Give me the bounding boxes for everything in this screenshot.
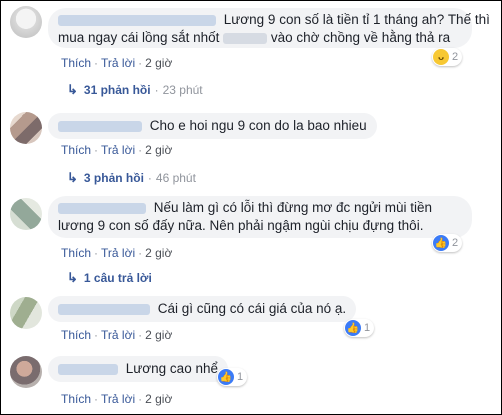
avatar[interactable] xyxy=(10,297,42,329)
like-link[interactable]: Thích xyxy=(61,328,91,342)
reply-link[interactable]: Trả lời xyxy=(101,246,135,260)
timestamp: 2 giờ xyxy=(145,56,173,70)
blurred-name xyxy=(58,303,150,315)
comment-text: Lương 9 con số là tiền tỉ 1 tháng ah? Th… xyxy=(223,12,490,27)
comment-bubble: Lương cao nhể xyxy=(48,356,228,382)
reaction-count[interactable]: 👍 1 xyxy=(344,319,375,337)
blurred-name xyxy=(58,363,118,375)
reaction-count[interactable]: 👍 2 xyxy=(432,234,463,252)
comment-bubble: Lương 9 con số là tiền tỉ 1 tháng ah? Th… xyxy=(48,8,490,48)
timestamp: 2 giờ xyxy=(145,143,173,157)
like-icon: 👍 xyxy=(218,369,234,385)
comment-actions: Thích · Trả lời · 2 giờ xyxy=(61,143,173,157)
avatar[interactable] xyxy=(10,112,42,144)
reply-link[interactable]: Trả lời xyxy=(101,143,135,157)
blurred-name xyxy=(58,14,216,26)
view-replies[interactable]: ↳ 3 phản hồi · 46 phút xyxy=(67,170,196,186)
comment-bubble: Cho e hoi ngu 9 con do la bao nhieu xyxy=(48,113,377,139)
comment-bubble: Nếu làm gì có lỗi thì đừng mơ đc ngửi mù… xyxy=(48,196,472,238)
view-replies[interactable]: ↳ 1 câu trả lời xyxy=(67,270,152,286)
like-link[interactable]: Thích xyxy=(61,56,91,70)
haha-icon: ᴗ xyxy=(433,49,449,65)
like-link[interactable]: Thích xyxy=(61,246,91,260)
reply-link[interactable]: Trả lời xyxy=(101,392,135,406)
reply-arrow-icon: ↳ xyxy=(67,270,78,285)
comment-text: Lương cao nhể xyxy=(125,361,218,376)
reply-arrow-icon: ↳ xyxy=(67,82,78,97)
comment-actions: Thích · Trả lời · 2 giờ xyxy=(61,246,173,260)
blurred-name xyxy=(58,202,146,214)
like-icon: 👍 xyxy=(433,235,449,251)
comment-text: mua ngay cái lồng sắt nhốt xyxy=(58,30,220,45)
timestamp: 2 giờ xyxy=(145,246,173,260)
blurred-name xyxy=(58,120,142,132)
comment-text: Nếu làm gì có lỗi thì đừng mơ đc ngửi mù… xyxy=(153,200,433,215)
avatar[interactable] xyxy=(10,356,42,388)
like-icon: 👍 xyxy=(345,320,361,336)
blurred-name xyxy=(223,32,268,44)
view-replies[interactable]: ↳ 31 phản hồi · 23 phút xyxy=(67,82,203,98)
reply-link[interactable]: Trả lời xyxy=(101,328,135,342)
timestamp: 2 giờ xyxy=(145,328,173,342)
comment-actions: Thích · Trả lời · 2 giờ xyxy=(61,328,173,342)
reply-link[interactable]: Trả lời xyxy=(101,56,135,70)
timestamp: 2 giờ xyxy=(145,392,173,406)
comment-text: Cái gì cũng có cái giá của nó ạ. xyxy=(157,301,347,316)
reply-arrow-icon: ↳ xyxy=(67,170,78,185)
comment-actions: Thích · Trả lời · 2 giờ xyxy=(61,56,173,70)
comment-text: Cho e hoi ngu 9 con do la bao nhieu xyxy=(149,118,367,133)
comment-text: vào chờ chồng về hằng thả ra xyxy=(270,30,451,45)
reaction-count[interactable]: ᴗ 2 xyxy=(432,48,463,66)
like-link[interactable]: Thích xyxy=(61,143,91,157)
comment-actions: Thích · Trả lời · 2 giờ xyxy=(61,392,173,406)
like-link[interactable]: Thích xyxy=(61,392,91,406)
comment-bubble: Cái gì cũng có cái giá của nó ạ. xyxy=(48,296,357,322)
comment-text: lương 9 con số đấy nữa. Nên phải ngậm ng… xyxy=(58,218,424,233)
reaction-count[interactable]: 👍 1 xyxy=(217,368,248,386)
avatar[interactable] xyxy=(10,198,42,230)
avatar[interactable] xyxy=(10,6,42,38)
